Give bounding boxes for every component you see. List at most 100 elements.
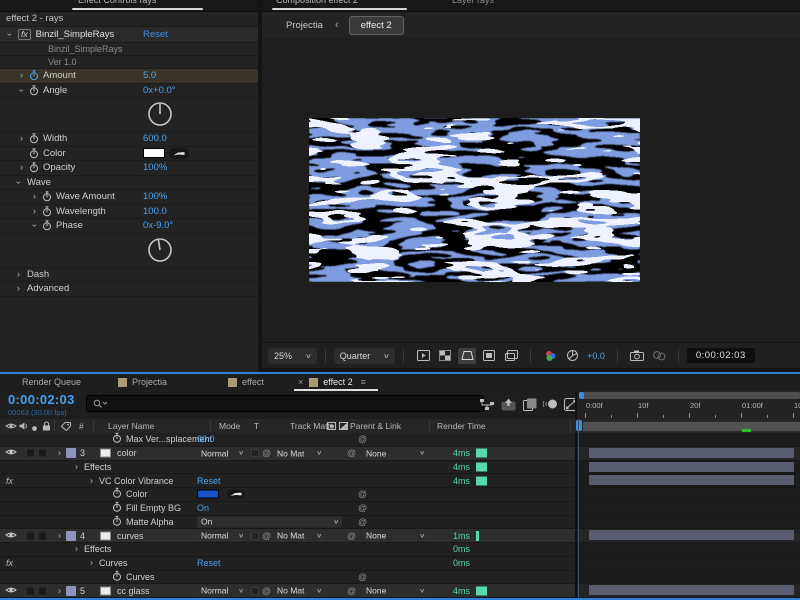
track-matte-dropdown[interactable]: No Mat∨ [273, 530, 325, 541]
effect-row-wavelength[interactable]: ›Wavelength100.0 [0, 205, 258, 220]
layer-label-color[interactable] [66, 448, 76, 458]
stopwatch-icon[interactable] [42, 220, 52, 231]
layer-duration-bar[interactable] [589, 448, 794, 458]
property-value[interactable]: 0x+0.0° [143, 85, 176, 96]
timeline-tab-effect[interactable]: effect [228, 377, 264, 387]
motion-blur-icon[interactable] [542, 396, 559, 412]
chevron-down-icon[interactable]: › [72, 462, 81, 471]
track-area[interactable] [575, 529, 800, 542]
solo-toggle[interactable] [38, 449, 47, 458]
layer-duration-bar[interactable] [589, 475, 794, 485]
layer-duration-bar[interactable] [589, 530, 794, 540]
layer-row-cc-glass[interactable]: ›5cc glassNormal∨@No Mat∨@None∨4ms [0, 584, 800, 598]
pick-whip-icon[interactable]: @ [262, 586, 271, 596]
track-matte-dropdown[interactable]: No Mat∨ [273, 585, 325, 596]
layer-name[interactable]: curves [117, 531, 144, 541]
mask-visibility-icon[interactable] [458, 348, 476, 364]
tab-composition[interactable]: Composition effect 2 [276, 0, 358, 5]
pick-whip-icon[interactable]: @ [347, 586, 356, 596]
track-area[interactable] [575, 474, 800, 487]
stopwatch-icon[interactable] [112, 433, 122, 446]
solo-toggle[interactable] [38, 531, 47, 540]
parent-link-dropdown[interactable]: None∨ [362, 530, 428, 541]
preserve-transparency-column[interactable]: T [254, 421, 259, 431]
visibility-eye-icon[interactable] [5, 531, 17, 541]
visibility-eye-icon[interactable] [5, 586, 17, 596]
pick-whip-icon[interactable]: @ [358, 572, 367, 582]
playhead-top-marker[interactable] [579, 392, 584, 399]
chevron-right-icon[interactable]: › [30, 192, 39, 201]
stopwatch-icon[interactable] [112, 570, 122, 583]
track-area[interactable] [575, 461, 800, 474]
chevron-down-icon[interactable]: › [72, 545, 81, 554]
guides-options-icon[interactable] [502, 348, 520, 364]
layer-row-curves[interactable]: ›4curvesNormal∨@No Mat∨@None∨1ms [0, 529, 800, 543]
effect-header-row[interactable]: › fx Binzil_SimpleRays Reset [0, 27, 258, 43]
track-area[interactable] [575, 516, 800, 529]
layer-label-color[interactable] [66, 531, 76, 541]
property-value[interactable]: 60.0 [197, 434, 215, 444]
angle-dial[interactable] [0, 98, 258, 132]
timeline-tab-render-queue[interactable]: Render Queue [22, 377, 81, 387]
show-snapshot-icon[interactable] [650, 348, 668, 364]
property-value[interactable]: 5.0 [143, 70, 156, 81]
effect-row-wave[interactable]: ›Wave [0, 176, 258, 191]
panel-menu-icon[interactable]: ≡ [361, 377, 366, 387]
property-select-dropdown[interactable]: On∨ [197, 516, 342, 527]
timeline-row-matte-alpha[interactable]: Matte AlphaOn∨@ [0, 516, 800, 530]
property-value[interactable]: 600.0 [143, 133, 167, 144]
snapshot-camera-icon[interactable] [628, 348, 646, 364]
chevron-down-icon[interactable]: › [87, 559, 96, 568]
parent-link-dropdown[interactable]: None∨ [362, 448, 428, 459]
chevron-down-icon[interactable]: › [87, 476, 96, 485]
exposure-value[interactable]: +0.0 [587, 351, 605, 361]
timeline-row-fill-empty-bg[interactable]: Fill Empty BGOn@ [0, 502, 800, 516]
stopwatch-icon[interactable] [29, 162, 39, 173]
region-of-interest-icon[interactable] [480, 348, 498, 364]
blend-mode-dropdown[interactable]: Normal∨ [197, 585, 247, 596]
breadcrumb-back-icon[interactable]: ‹ [335, 19, 339, 31]
layer-duration-bar[interactable] [589, 462, 794, 472]
effect-row-phase[interactable]: ›Phase0x-9.0° [0, 219, 258, 234]
track-area[interactable] [575, 543, 800, 556]
preserve-transparency-toggle[interactable] [251, 449, 259, 457]
property-value[interactable]: 0x-9.0° [143, 220, 173, 231]
angle-dial[interactable] [0, 234, 258, 268]
timeline-row-effects[interactable]: ›Effects4ms [0, 461, 800, 475]
tab-layer[interactable]: Layer rays [452, 0, 494, 5]
playhead-handle[interactable] [576, 420, 582, 431]
stopwatch-icon[interactable] [42, 206, 52, 217]
property-value[interactable]: On [197, 503, 209, 513]
audio-toggle[interactable] [26, 586, 35, 595]
timeline-tab-effect-2[interactable]: ×effect 2≡ [298, 377, 366, 387]
effect-row-dash[interactable]: ›Dash [0, 268, 258, 283]
reset-button[interactable]: Reset [197, 476, 221, 486]
close-icon[interactable]: × [298, 377, 303, 387]
chevron-down-icon[interactable]: › [55, 586, 64, 595]
timeline-row-curves[interactable]: fx›CurvesReset0ms [0, 557, 800, 571]
eyedropper-icon[interactable] [227, 490, 245, 499]
chevron-down-icon[interactable]: › [55, 449, 64, 458]
viewer-timecode[interactable]: 0:00:02:03 [687, 348, 755, 363]
chevron-down-icon[interactable]: › [30, 221, 39, 230]
composition-viewport[interactable] [262, 38, 800, 343]
track-area[interactable] [575, 557, 800, 570]
audio-toggle[interactable] [26, 531, 35, 540]
layer-name[interactable]: color [117, 448, 137, 458]
pick-whip-icon[interactable]: @ [262, 448, 271, 458]
track-area[interactable] [575, 488, 800, 501]
property-value[interactable]: 100.0 [143, 206, 167, 217]
timeline-row-color[interactable]: Color@ [0, 488, 800, 502]
effect-row-advanced[interactable]: ›Advanced [0, 282, 258, 297]
property-value[interactable]: 100% [143, 191, 167, 202]
solo-toggle[interactable] [38, 586, 47, 595]
tab-effect-controls[interactable]: Effect Controls rays [78, 0, 156, 5]
blend-mode-dropdown[interactable]: Normal∨ [197, 530, 247, 541]
transparency-grid-icon[interactable] [436, 348, 454, 364]
composition-flowchart-icon[interactable] [479, 396, 496, 412]
stopwatch-icon[interactable] [112, 488, 122, 501]
chevron-right-icon[interactable]: › [30, 207, 39, 216]
timeline-row-vc-color-vibrance[interactable]: fx›VC Color VibranceReset4ms [0, 474, 800, 488]
resolution-dropdown[interactable]: Quarter ∨ [334, 348, 395, 364]
track-area[interactable] [575, 571, 800, 584]
